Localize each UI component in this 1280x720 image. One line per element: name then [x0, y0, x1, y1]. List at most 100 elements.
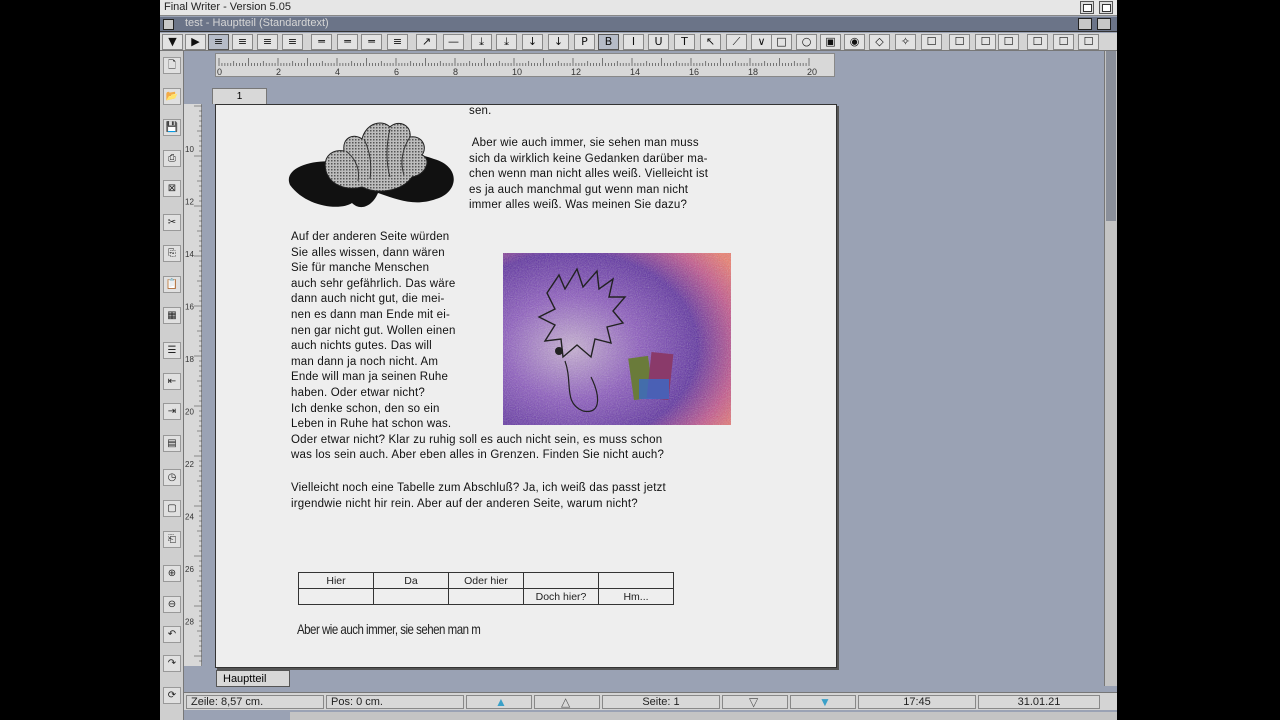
section-tab-hauptteil[interactable]: Hauptteil [216, 670, 290, 687]
text-line: nen gar nicht gut. Wollen einen [291, 324, 456, 337]
vertical-scrollbar[interactable] [1104, 51, 1117, 686]
toolbar-button-33[interactable]: ☐ [998, 34, 1019, 50]
new-document-icon[interactable]: 🗋 [163, 57, 181, 74]
stamp-icon[interactable]: ⎗ [163, 531, 181, 548]
status-triangle-cell-3[interactable]: ▽ [722, 695, 788, 709]
table-cell[interactable] [523, 572, 599, 589]
table-cell[interactable] [598, 572, 674, 589]
table-cell[interactable] [298, 588, 374, 605]
table-cell[interactable]: Da [373, 572, 449, 589]
text-line: auch nichts gutes. Das will [291, 340, 432, 353]
table-row: Hier Da Oder hier [298, 572, 674, 589]
toolbar-button-11[interactable]: — [443, 34, 464, 50]
page-tab[interactable]: 1 [212, 88, 267, 104]
window-depth-button[interactable] [1080, 1, 1094, 14]
toolbar-button-0[interactable]: ▼ [162, 34, 183, 50]
refresh-icon[interactable]: ⟳ [163, 687, 181, 704]
toolbar-button-23[interactable]: ∨ [751, 34, 772, 50]
table-cell[interactable]: Hier [298, 572, 374, 589]
toolbar-button-16[interactable]: P [574, 34, 595, 50]
toolbar-button-29[interactable]: ✧ [895, 34, 916, 50]
undo-icon[interactable]: ↶ [163, 626, 181, 643]
toolbar-button-34[interactable]: ☐ [1027, 34, 1048, 50]
table-cell[interactable] [448, 588, 524, 605]
table-cell[interactable]: Oder hier [448, 572, 524, 589]
toolbar-button-31[interactable]: ☐ [949, 34, 970, 50]
hedgehog-picture[interactable] [503, 253, 731, 425]
toolbar-button-9[interactable]: ≡ [387, 34, 408, 50]
document-page[interactable]: sen. Aber wie auch immer, sie sehen man … [215, 104, 837, 668]
document-icon[interactable]: ▤ [163, 435, 181, 452]
vruler-label: 18 [185, 355, 194, 364]
toolbar-button-18[interactable]: I [623, 34, 644, 50]
document-zoom-button[interactable] [1078, 18, 1092, 30]
text-line: Sie alles wissen, dann wären [291, 246, 445, 259]
toolbar-button-32[interactable]: ☐ [975, 34, 996, 50]
open-folder-icon[interactable]: 📂 [163, 88, 181, 105]
toolbar-button-24[interactable]: □ [771, 34, 792, 50]
toolbar-button-4[interactable]: ≡ [257, 34, 278, 50]
vertical-scroll-knob[interactable] [1106, 51, 1116, 221]
indent-icon[interactable]: ⇥ [163, 403, 181, 420]
toolbar-button-20[interactable]: T [674, 34, 695, 50]
vertical-ruler: 10 12 14 16 18 20 22 24 26 28 [184, 104, 202, 666]
print-icon[interactable]: ⎙ [163, 150, 181, 167]
toolbar-button-22[interactable]: ⟋ [726, 34, 747, 50]
document-table[interactable]: Hier Da Oder hier Doch hier? Hm... [298, 572, 674, 605]
vruler-label: 26 [185, 565, 194, 574]
document-titlebar[interactable]: test - Hauptteil (Standardtext) [160, 17, 1117, 32]
redo-icon[interactable]: ↷ [163, 655, 181, 672]
toolbar-button-7[interactable]: ═ [337, 34, 358, 50]
list-icon[interactable]: ☰ [163, 342, 181, 359]
toolbar-button-15[interactable]: ↓ [548, 34, 569, 50]
status-triangle-cell-2[interactable]: △ [534, 695, 600, 709]
table-cell[interactable] [373, 588, 449, 605]
toolbar-button-36[interactable]: ☐ [1078, 34, 1099, 50]
print-preview-icon[interactable]: ⊠ [163, 180, 181, 197]
toolbar-button-13[interactable]: ⤓ [496, 34, 517, 50]
insert-picture-icon[interactable]: ▦ [163, 307, 181, 324]
toolbar-button-17[interactable]: B [598, 34, 619, 50]
copy-icon[interactable]: ⎘ [163, 245, 181, 262]
status-zeile: Zeile: 8,57 cm. [186, 695, 324, 709]
status-triangle-cell-1[interactable]: ▲ [466, 695, 532, 709]
toolbar-button-8[interactable]: ═ [361, 34, 382, 50]
toolbar-button-35[interactable]: ☐ [1053, 34, 1074, 50]
outdent-icon[interactable]: ⇤ [163, 373, 181, 390]
page-number-icon[interactable]: ▢ [163, 500, 181, 517]
paste-icon[interactable]: 📋 [163, 276, 181, 293]
toolbar-button-5[interactable]: ≡ [282, 34, 303, 50]
toolbar-button-19[interactable]: U [648, 34, 669, 50]
window-titlebar[interactable]: Final Writer - Version 5.05 [160, 0, 1117, 16]
table-cell[interactable]: Hm... [598, 588, 674, 605]
vruler-label: 24 [185, 513, 194, 522]
toolbar-button-26[interactable]: ▣ [820, 34, 841, 50]
document-close-button[interactable] [163, 19, 174, 30]
save-disk-icon[interactable]: 💾 [163, 119, 181, 136]
clock-icon[interactable]: ◷ [163, 469, 181, 486]
toolbar-button-30[interactable]: ☐ [921, 34, 942, 50]
toolbar-button-21[interactable]: ↖ [700, 34, 721, 50]
zoom-in-icon[interactable]: ⊕ [163, 565, 181, 582]
window-zoom-button[interactable] [1099, 1, 1113, 14]
toolbar-button-27[interactable]: ◉ [844, 34, 865, 50]
cut-scissors-icon[interactable]: ✂ [163, 214, 181, 231]
toolbar-button-12[interactable]: ⤓ [471, 34, 492, 50]
bottom-text-line: Aber wie auch immer, sie sehen man m [297, 621, 481, 637]
toolbar-button-14[interactable]: ↓ [522, 34, 543, 50]
status-triangle-cell-4[interactable]: ▼ [790, 695, 856, 709]
document-depth-button[interactable] [1097, 18, 1111, 30]
zoom-out-icon[interactable]: ⊖ [163, 596, 181, 613]
waterlily-image[interactable] [286, 115, 458, 211]
toolbar-button-25[interactable]: ○ [796, 34, 817, 50]
toolbar-button-28[interactable]: ◇ [869, 34, 890, 50]
toolbar-button-10[interactable]: ↗ [416, 34, 437, 50]
toolbar-button-1[interactable]: ▶ [185, 34, 206, 50]
toolbar-button-2[interactable]: ≡ [208, 34, 229, 50]
toolbar-button-6[interactable]: ═ [311, 34, 332, 50]
horizontal-ruler[interactable]: 0 2 4 6 8 10 12 14 16 18 20 [215, 53, 835, 77]
table-cell[interactable]: Doch hier? [523, 588, 599, 605]
down-triangle-icon: ▼ [819, 695, 831, 709]
horizontal-scrollbar[interactable] [290, 712, 1117, 720]
toolbar-button-3[interactable]: ≡ [232, 34, 253, 50]
